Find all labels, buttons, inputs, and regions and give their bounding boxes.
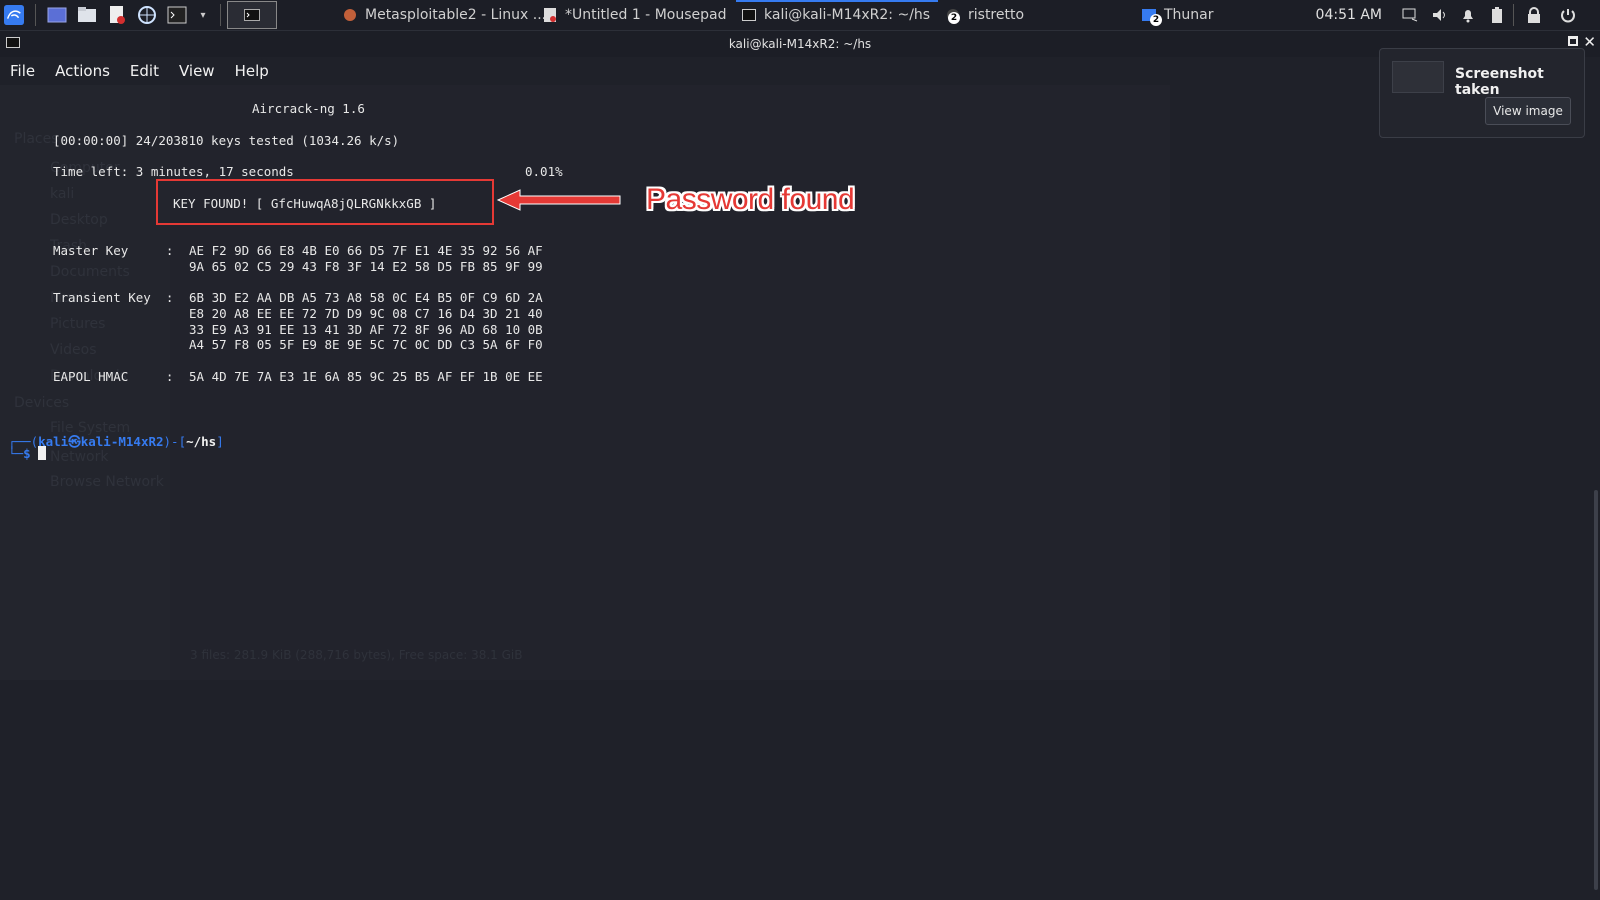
prompt-line-2: └─$ [8,446,47,461]
cursor [38,446,47,460]
panel-separator [35,4,36,26]
eapol-label: EAPOL HMAC : [53,369,174,384]
file-manager-icon[interactable] [77,5,97,25]
task-label: Metasploitable2 - Linux ... [365,7,547,23]
task-terminal[interactable]: kali@kali-M14xR2: ~/hs [736,0,938,28]
percent-complete: 0.01% [525,164,563,179]
screenshot-thumbnail [1392,61,1444,93]
annotation-arrow [496,189,621,211]
browser-icon[interactable] [137,5,157,25]
menu-help[interactable]: Help [225,62,279,80]
lock-icon[interactable] [1524,5,1544,25]
terminal-scrollbar[interactable] [1594,490,1598,890]
notifications-bell-icon[interactable] [1458,5,1478,25]
eapol-hmac: 5A 4D 7E 7A E3 1E 6A 85 9C 25 B5 AF EF 1… [189,369,543,384]
close-icon[interactable]: ✕ [1583,33,1596,51]
text-editor-icon[interactable] [107,5,127,25]
task-mousepad[interactable]: *Untitled 1 - Mousepad [543,0,726,30]
power-icon[interactable] [1558,5,1578,25]
window-titlebar[interactable]: kali@kali-M14xR2: ~/hs ✕ [0,31,1600,57]
prompt-at: ㉿ [68,434,81,449]
mousepad-icon [543,8,557,22]
task-label: kali@kali-M14xR2: ~/hs [764,7,931,23]
clock[interactable]: 04:51 AM [1316,0,1382,30]
kali-menu-icon[interactable] [4,5,24,25]
window-count-badge: 2 [948,12,960,24]
task-label: Thunar [1164,7,1214,23]
workspace-switcher[interactable] [227,1,277,29]
view-image-button[interactable]: View image [1485,97,1571,125]
maximize-icon[interactable] [1568,36,1578,46]
notification-title: Screenshot taken [1455,66,1544,98]
menu-view[interactable]: View [169,62,225,80]
menu-file[interactable]: File [0,62,45,80]
task-metasploitable[interactable]: Metasploitable2 - Linux ... [343,0,546,30]
terminal-icon [742,8,756,22]
master-key-row: AE F2 9D 66 E8 4B E0 66 D5 7F E1 4E 35 9… [189,243,543,258]
task-ristretto[interactable]: 2 ristretto [946,0,1024,30]
prompt-symbol: $ [23,446,31,461]
prompt-dir: ~/hs [186,434,217,449]
time-left-line: Time left: 3 minutes, 17 seconds [53,164,294,179]
window-title: kali@kali-M14xR2: ~/hs [728,37,872,51]
transient-key-row: A4 57 F8 05 5F E9 8E 9E 5C 7C 0C DD C3 5… [189,337,543,352]
virtualbox-icon [343,8,357,22]
screenshot-notification: Screenshot taken View image [1379,48,1585,138]
task-thunar[interactable]: 2 Thunar [1142,0,1214,30]
aircrack-header: Aircrack-ng 1.6 [252,101,365,116]
task-label: *Untitled 1 - Mousepad [565,7,727,23]
transient-key-row: 6B 3D E2 AA DB A5 73 A8 58 0C E4 B5 0F C… [189,290,543,305]
top-panel: ▾ Metasploitable2 - Linux ... *Untitled … [0,0,1600,31]
folder-icon: 2 [1142,8,1162,26]
key-highlight-box [156,179,494,225]
volume-icon[interactable] [1430,5,1450,25]
master-key-row: 9A 65 02 C5 29 43 F8 3F 14 E2 58 D5 FB 8… [189,259,543,274]
transient-key-label: Transient Key : [53,290,174,305]
window-count-badge: 2 [1150,14,1162,26]
battery-icon[interactable] [1487,5,1507,25]
show-desktop-icon[interactable] [47,5,67,25]
panel-separator [1513,4,1514,26]
annotation-label: Password found [646,183,855,216]
terminal-output[interactable]: Aircrack-ng 1.6 [00:00:00] 24/203810 key… [0,85,1600,900]
menubar: File Actions Edit View Help [0,57,1600,85]
display-icon[interactable] [1400,5,1420,25]
transient-key-row: E8 20 A8 EE EE 72 7D D9 9C 08 C7 16 D4 3… [189,306,543,321]
chevron-down-icon[interactable]: ▾ [197,5,209,25]
prompt-host: kali-M14xR2 [80,434,164,449]
menu-edit[interactable]: Edit [120,62,169,80]
panel-separator [220,4,221,26]
progress-line: [00:00:00] 24/203810 keys tested (1034.2… [53,133,400,148]
terminal-launcher-icon[interactable] [167,5,187,25]
master-key-label: Master Key : [53,243,174,258]
task-label: ristretto [968,7,1025,23]
menu-actions[interactable]: Actions [45,62,120,80]
image-viewer-icon: 2 [946,8,960,24]
transient-key-row: 33 E9 A3 91 EE 13 41 3D AF 72 8F 96 AD 6… [189,322,543,337]
